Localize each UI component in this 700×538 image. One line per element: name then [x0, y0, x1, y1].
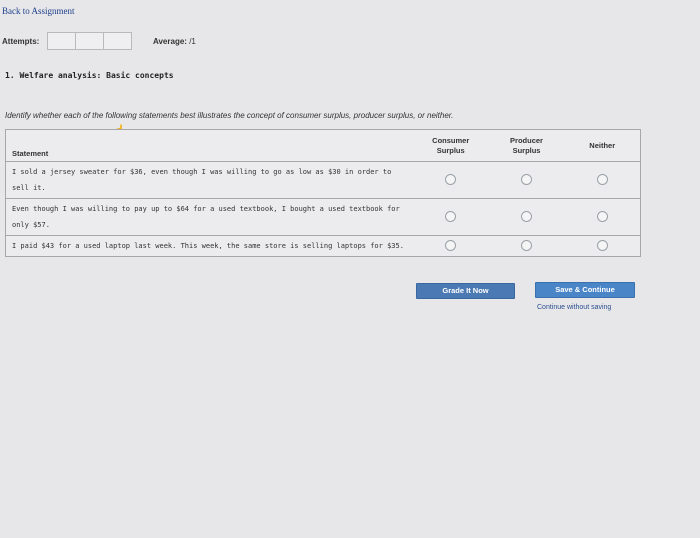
neither-column-header: Neither [564, 129, 641, 162]
average-value: /1 [189, 37, 196, 46]
statement-text: I sold a jersey sweater for $36, even th… [12, 168, 392, 192]
consumer-surplus-radio[interactable] [445, 173, 457, 185]
table-row: I paid $43 for a used laptop last week. … [5, 236, 641, 257]
consumer-surplus-column-header: Consumer Surplus [412, 129, 489, 162]
attempt-box [75, 32, 104, 50]
producer-surplus-column-header: Producer Surplus [488, 129, 565, 162]
producer-surplus-radio[interactable] [521, 173, 533, 185]
consumer-surplus-radio[interactable] [445, 210, 457, 222]
producer-header-line2: Surplus [512, 145, 541, 155]
surplus-classification-table: Statement Consumer Surplus Producer Surp… [5, 129, 641, 257]
attempt-box [103, 32, 132, 50]
consumer-header-line2: Surplus [436, 145, 465, 155]
neither-radio[interactable] [596, 239, 608, 251]
statement-text: Even though I was willing to pay up to $… [12, 205, 400, 229]
attempts-label: Attempts: [2, 37, 40, 46]
producer-header-line1: Producer [510, 135, 543, 145]
producer-surplus-radio[interactable] [521, 239, 533, 251]
attempts-indicator [47, 32, 132, 50]
producer-surplus-radio[interactable] [521, 210, 533, 222]
statement-column-header: Statement [5, 129, 413, 162]
average-display: Average: /1 [153, 37, 196, 46]
table-row: I sold a jersey sweater for $36, even th… [5, 162, 641, 199]
question-title: 1. Welfare analysis: Basic concepts [5, 71, 174, 80]
attempt-box [47, 32, 76, 50]
statement-text: I paid $43 for a used laptop last week. … [12, 242, 404, 250]
grade-it-now-button[interactable]: Grade It Now [416, 283, 515, 299]
table-row: Even though I was willing to pay up to $… [5, 199, 641, 236]
consumer-header-line1: Consumer [432, 135, 470, 145]
back-to-assignment-link[interactable]: Back to Assignment [2, 6, 75, 16]
average-label: Average: [153, 37, 187, 46]
continue-without-saving-link[interactable]: Continue without saving [537, 304, 611, 311]
table-header-row: Statement Consumer Surplus Producer Surp… [5, 129, 641, 162]
question-instructions: Identify whether each of the following s… [5, 111, 454, 120]
save-and-continue-button[interactable]: Save & Continue [535, 282, 635, 298]
consumer-surplus-radio[interactable] [445, 239, 457, 251]
neither-radio[interactable] [596, 173, 608, 185]
neither-radio[interactable] [596, 210, 608, 222]
